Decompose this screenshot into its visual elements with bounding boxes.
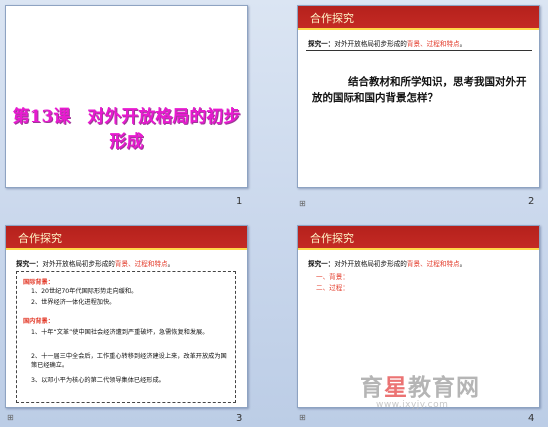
header-divider (298, 28, 539, 30)
probe-highlight: 背景、过程和特点 (406, 260, 460, 268)
probe-line: 探究一：对外开放格局初步形成的背景、过程和特点。 (308, 258, 466, 268)
probe-highlight: 背景、过程和特点 (406, 40, 460, 48)
list-item: 二、过程： (316, 284, 349, 292)
slide-header-title: 合作探究 (18, 232, 62, 245)
dom-background-label: 国内背景： (23, 318, 54, 325)
slide-header-bar: 合作探究 (298, 6, 539, 28)
probe-end: 。 (459, 40, 467, 48)
probe-prefix: 探究一： (16, 260, 43, 268)
probe-line: 探究一：对外开放格局初步形成的背景、过程和特点。 (16, 258, 174, 268)
slide-header-title: 合作探究 (310, 12, 354, 25)
probe-text: 对外开放格局初步形成的 (334, 40, 407, 48)
notes-icon[interactable]: ⊞ (299, 414, 309, 422)
slide-thumbnail-1[interactable]: 第13课 对外开放格局的初步形成 (5, 5, 248, 188)
slide-header-title: 合作探究 (310, 232, 354, 245)
watermark-logo: 育星教育网 (360, 374, 480, 401)
slide-number-3: 3 (236, 413, 243, 424)
intl-background-label: 国际背景： (23, 279, 54, 286)
list-item: 2、世界经济一体化进程加快。 (31, 299, 116, 306)
probe-end: 。 (167, 260, 175, 268)
probe-text: 对外开放格局初步形成的 (42, 260, 115, 268)
slide-header-bar: 合作探究 (298, 226, 539, 248)
notes-icon[interactable]: ⊞ (299, 200, 309, 208)
probe-line: 探究一：对外开放格局初步形成的背景、过程和特点。 (308, 38, 466, 48)
slide-header-bar: 合作探究 (6, 226, 247, 248)
probe-prefix: 探究一： (308, 40, 335, 48)
probe-prefix: 探究一： (308, 260, 335, 268)
watermark-url: www.ixyjy.com (376, 400, 449, 410)
probe-underline (306, 50, 532, 51)
slide-thumbnail-3[interactable]: 合作探究 探究一：对外开放格局初步形成的背景、过程和特点。 国际背景： 1、20… (5, 225, 248, 408)
background-box: 国际背景： 1、20世纪70年代国际形势走向缓和。 2、世界经济一体化进程加快。… (16, 271, 236, 403)
notes-icon[interactable]: ⊞ (7, 414, 17, 422)
list-item: 3、以邓小平为核心的第二代领导集体已经形成。 (31, 377, 165, 384)
slide-number-2: 2 (528, 196, 535, 207)
slide-title: 第13课 对外开放格局的初步形成 (12, 107, 241, 152)
list-item: 一、背景： (316, 273, 349, 281)
slide-number-4: 4 (528, 413, 535, 424)
slide-thumbnail-2[interactable]: 合作探究 探究一：对外开放格局初步形成的背景、过程和特点。 结合教材和所学知识，… (297, 5, 540, 188)
slide-number-1: 1 (236, 196, 243, 207)
list-item: 1、十年“文革”使中国社会经济遭到严重破坏，急需恢复和发展。 (31, 329, 209, 336)
header-divider (6, 248, 247, 250)
list-item: 1、20世纪70年代国际形势走向缓和。 (31, 288, 138, 295)
probe-end: 。 (459, 260, 467, 268)
header-divider (298, 248, 539, 250)
probe-highlight: 背景、过程和特点 (114, 260, 168, 268)
list-item: 2、十一届三中全会后，工作重心转移到经济建设上来，改革开放成为国策已经确立。 (31, 353, 227, 369)
discussion-question: 结合教材和所学知识，思考我国对外开放的国际和国内背景怎样？ (312, 76, 527, 104)
probe-text: 对外开放格局初步形成的 (334, 260, 407, 268)
